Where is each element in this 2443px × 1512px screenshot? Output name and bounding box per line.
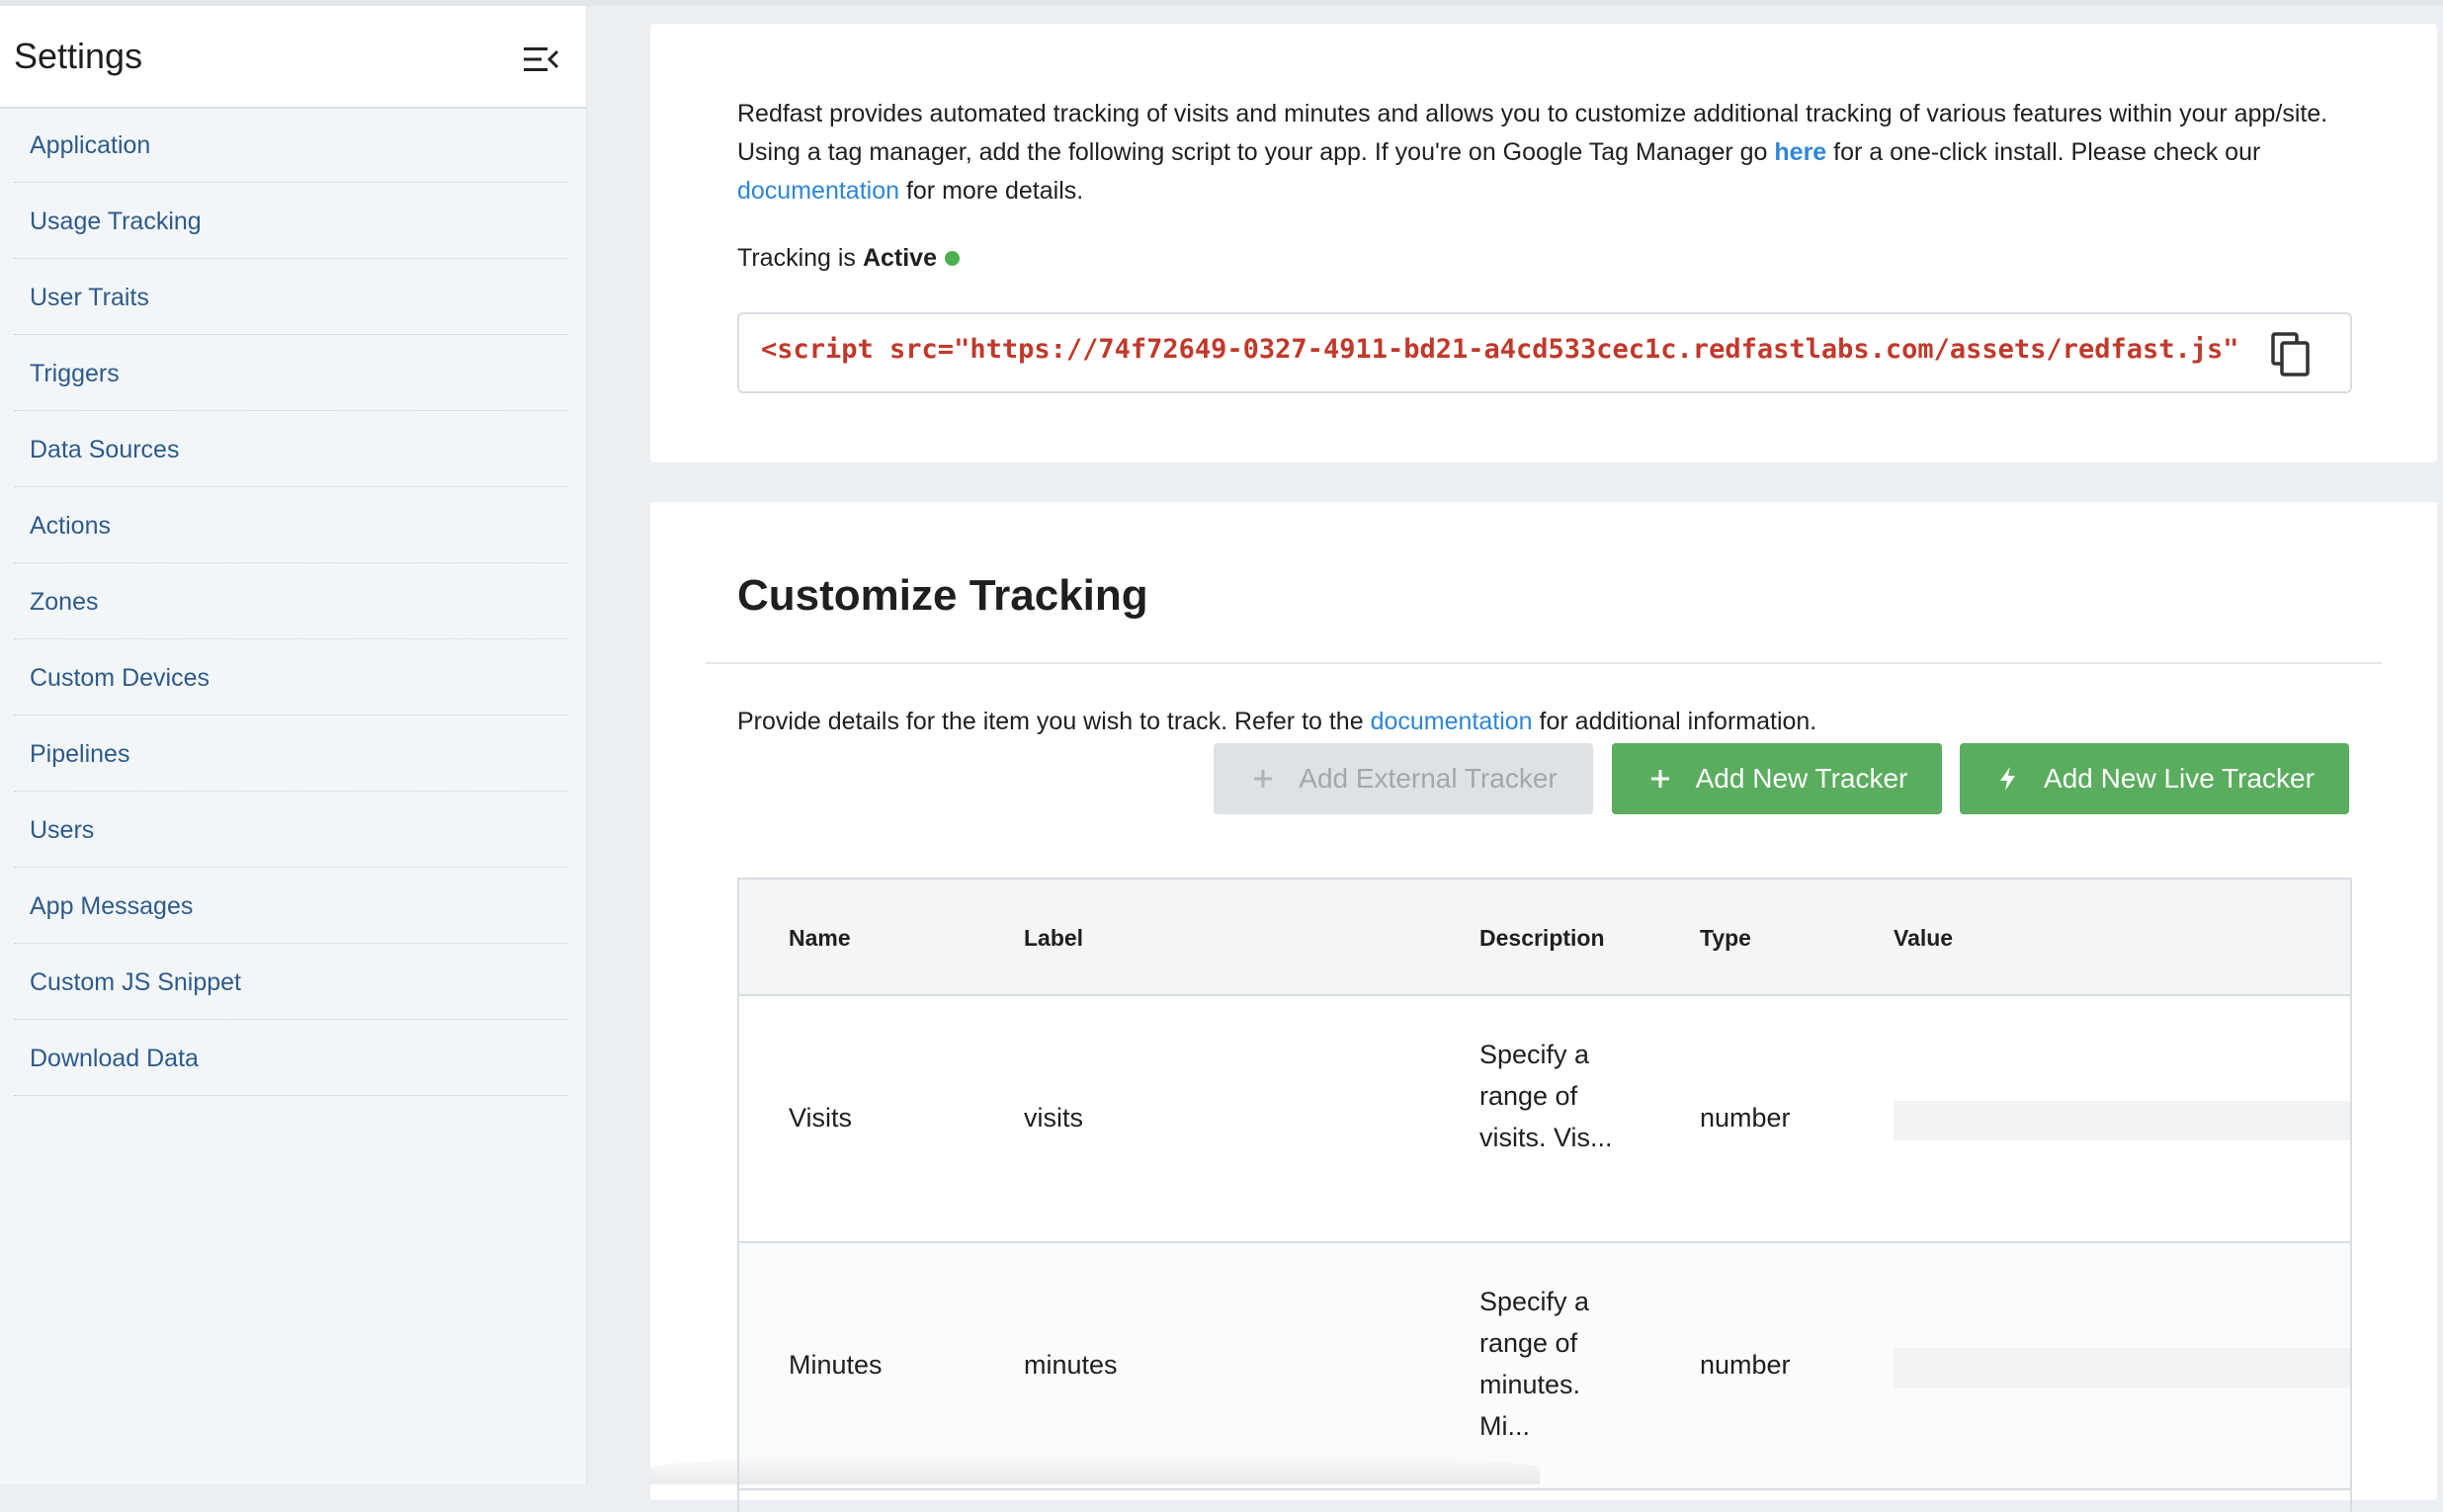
status-active-dot: [944, 251, 960, 266]
sidebar-item-custom-devices[interactable]: Custom Devices: [14, 641, 567, 715]
documentation-link[interactable]: documentation: [1371, 708, 1533, 735]
tracking-status-label: Tracking is: [737, 244, 856, 272]
sidebar-item-app-messages[interactable]: App Messages: [14, 870, 567, 944]
table-header: Name Label Description Type Value: [739, 880, 2350, 996]
sidebar-item-label: Application: [30, 130, 151, 159]
cell-value[interactable]: [1894, 1101, 2350, 1140]
add-new-live-tracker-label: Add New Live Tracker: [2044, 763, 2315, 794]
sidebar-item-user-traits[interactable]: User Traits: [14, 261, 567, 335]
script-snippet-box[interactable]: <script src="https://74f72649-0327-4911-…: [737, 312, 2352, 393]
sidebar-item-application[interactable]: Application: [14, 109, 567, 183]
cell-type: number: [1700, 1103, 1791, 1133]
column-header-label[interactable]: Label: [1024, 925, 1083, 952]
add-external-tracker-label: Add External Tracker: [1299, 763, 1558, 794]
plus-icon: [1249, 765, 1277, 793]
intro-text-part2: for a one-click install. Please check ou…: [1826, 138, 2261, 166]
customize-description: Provide details for the item you wish to…: [737, 708, 1816, 736]
column-header-type[interactable]: Type: [1700, 925, 1751, 952]
column-header-name[interactable]: Name: [789, 925, 851, 952]
sidebar-title: Settings: [14, 36, 143, 76]
script-snippet-text[interactable]: <script src="https://74f72649-0327-4911-…: [761, 334, 2253, 374]
section-title: Customize Tracking: [737, 571, 1148, 620]
add-new-tracker-button[interactable]: Add New Tracker: [1612, 743, 1942, 814]
sidebar-item-label: Download Data: [30, 1044, 199, 1072]
menu-collapse-icon[interactable]: [522, 43, 561, 75]
cell-type: number: [1700, 1350, 1791, 1380]
cell-name: Minutes: [789, 1350, 883, 1380]
sidebar-item-label: Actions: [30, 511, 111, 540]
sidebar-item-users[interactable]: Users: [14, 794, 567, 868]
sidebar-item-label: Custom Devices: [30, 663, 210, 692]
top-strip: [586, 0, 2443, 6]
sidebar-item-zones[interactable]: Zones: [14, 565, 567, 639]
sidebar-item-triggers[interactable]: Triggers: [14, 337, 567, 411]
lightning-bolt-icon: [1994, 765, 2022, 793]
sidebar-item-label: Pipelines: [30, 739, 130, 768]
sidebar-item-usage-tracking[interactable]: Usage Tracking: [14, 185, 567, 259]
sidebar-item-label: Users: [30, 815, 95, 844]
bottom-shadow: [650, 1453, 1540, 1484]
sidebar-header: Settings: [0, 6, 586, 109]
add-new-live-tracker-button[interactable]: Add New Live Tracker: [1960, 743, 2349, 814]
cell-name: Visits: [789, 1103, 853, 1133]
trackers-table: Name Label Description Type Value Visits…: [737, 878, 2352, 1512]
sidebar-item-actions[interactable]: Actions: [14, 489, 567, 563]
tracking-status: Tracking is Active: [737, 244, 960, 273]
sidebar-item-label: Triggers: [30, 359, 120, 387]
table-row[interactable]: Visits visits Specify a range of visits.…: [739, 996, 2350, 1243]
column-header-value[interactable]: Value: [1894, 925, 1953, 952]
sidebar-item-data-sources[interactable]: Data Sources: [14, 413, 567, 487]
sidebar-item-label: App Messages: [30, 891, 194, 920]
add-external-tracker-button[interactable]: Add External Tracker: [1214, 743, 1593, 814]
install-script-card: Redfast provides automated tracking of v…: [650, 24, 2437, 462]
copy-icon[interactable]: [2269, 330, 2313, 378]
cell-value[interactable]: [1894, 1348, 2350, 1387]
intro-text-part3: for more details.: [899, 177, 1084, 205]
settings-sidebar: Settings Application Usage Tracking User…: [0, 0, 587, 1484]
customize-tracking-card: Customize Tracking Provide details for t…: [650, 502, 2437, 1512]
tracking-status-value: Active: [862, 244, 937, 272]
sidebar-item-label: Zones: [30, 587, 99, 616]
column-header-description[interactable]: Description: [1479, 925, 1605, 952]
cell-description: Specify a range of minutes. Mi...: [1479, 1287, 1590, 1441]
install-intro-text: Redfast provides automated tracking of v…: [737, 95, 2378, 210]
sidebar-item-label: User Traits: [30, 283, 149, 311]
sidebar-item-pipelines[interactable]: Pipelines: [14, 717, 567, 792]
documentation-link[interactable]: documentation: [737, 177, 899, 205]
add-new-tracker-label: Add New Tracker: [1695, 763, 1908, 794]
sidebar-item-label: Custom JS Snippet: [30, 967, 241, 996]
section-divider: [706, 662, 2382, 664]
description-part1: Provide details for the item you wish to…: [737, 708, 1371, 735]
sidebar-item-download-data[interactable]: Download Data: [14, 1022, 567, 1096]
sidebar-item-label: Usage Tracking: [30, 207, 202, 235]
description-part2: for additional information.: [1532, 708, 1817, 735]
sidebar-item-label: Data Sources: [30, 435, 180, 463]
plus-icon: [1646, 765, 1674, 793]
sidebar-item-custom-js-snippet[interactable]: Custom JS Snippet: [14, 946, 567, 1020]
cell-label: minutes: [1024, 1350, 1118, 1380]
cell-description: Specify a range of visits. Vis...: [1479, 1040, 1613, 1152]
sidebar-nav: Application Usage Tracking User Traits T…: [14, 109, 567, 1098]
gtm-here-link[interactable]: here: [1774, 138, 1826, 166]
cell-label: visits: [1024, 1103, 1083, 1133]
